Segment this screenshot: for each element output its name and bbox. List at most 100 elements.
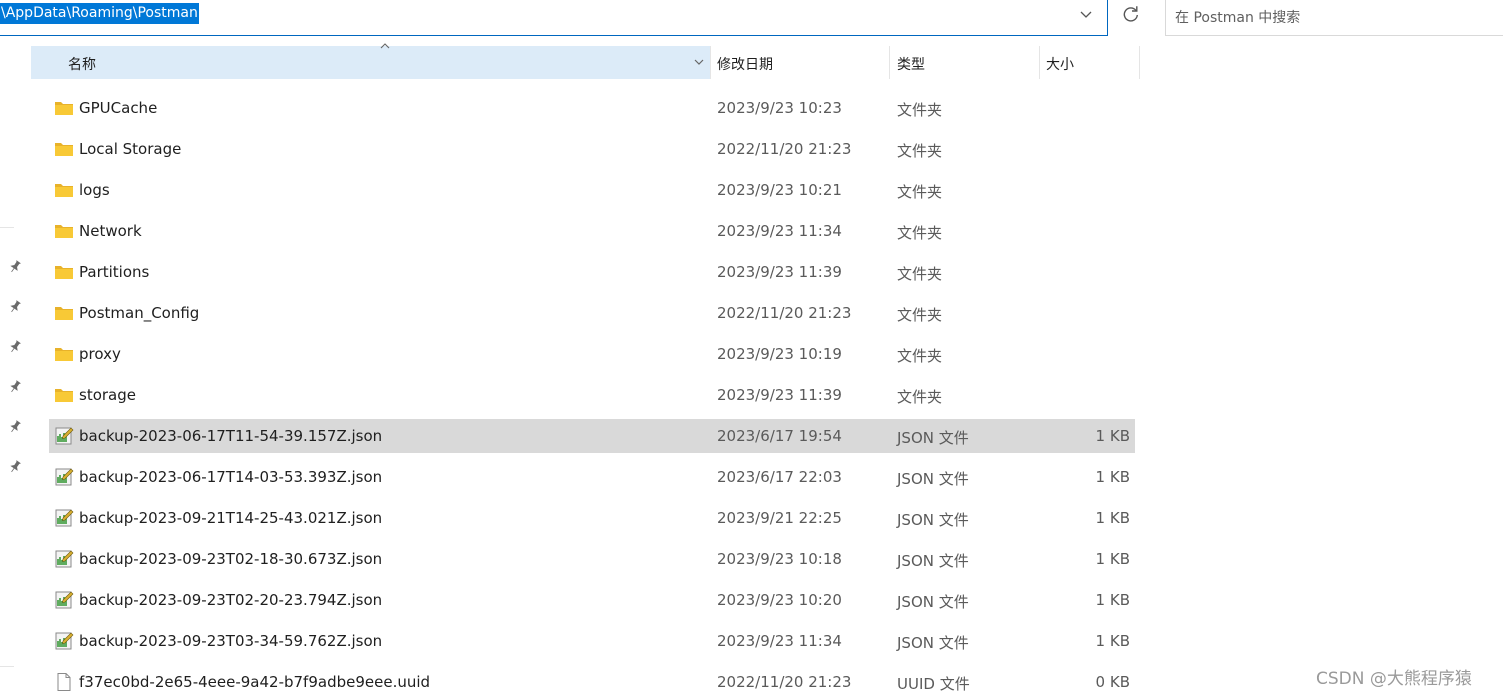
json-file-icon: [54, 509, 74, 527]
file-modified-date: 2023/9/23 11:39: [717, 263, 842, 281]
folder-icon: [54, 386, 74, 404]
file-row[interactable]: Local Storage 2022/11/20 21:23 文件夹: [49, 132, 1135, 166]
file-row[interactable]: backup-2023-09-21T14-25-43.021Z.json 2023…: [49, 501, 1135, 535]
file-row[interactable]: backup-2023-06-17T14-03-53.393Z.json 2023…: [49, 460, 1135, 494]
file-row[interactable]: Partitions 2023/9/23 11:39 文件夹: [49, 255, 1135, 289]
file-modified-date: 2023/9/23 11:39: [717, 386, 842, 404]
file-modified-date: 2023/9/23 10:21: [717, 181, 842, 199]
file-name: proxy: [79, 345, 121, 363]
file-modified-date: 2023/9/23 10:18: [717, 550, 842, 568]
file-type: 文件夹: [897, 347, 943, 365]
search-box[interactable]: 在 Postman 中搜索: [1165, 0, 1503, 36]
file-modified-date: 2023/9/23 10:23: [717, 99, 842, 117]
file-name: backup-2023-06-17T11-54-39.157Z.json: [79, 427, 383, 445]
address-path[interactable]: \AppData\Roaming\Postman: [0, 3, 199, 24]
file-name: backup-2023-09-23T02-20-23.794Z.json: [79, 591, 383, 609]
file-size: 1 KB: [1095, 509, 1130, 527]
file-row[interactable]: Postman_Config 2022/11/20 21:23 文件夹: [49, 296, 1135, 330]
json-file-icon: [54, 632, 74, 650]
file-row[interactable]: backup-2023-09-23T02-18-30.673Z.json 2023…: [49, 542, 1135, 576]
file-name: Local Storage: [79, 140, 182, 158]
blank-file-icon: [54, 673, 74, 691]
navigation-pane: [0, 36, 30, 696]
file-modified-date: 2023/6/17 19:54: [717, 427, 842, 445]
column-header-date[interactable]: 修改日期: [711, 46, 889, 79]
file-row[interactable]: storage 2023/9/23 11:39 文件夹: [49, 378, 1135, 412]
folder-icon: [54, 140, 74, 158]
column-header-size[interactable]: 大小: [1040, 46, 1139, 79]
address-bar[interactable]: \AppData\Roaming\Postman: [0, 0, 1108, 36]
file-name: backup-2023-06-17T14-03-53.393Z.json: [79, 468, 383, 486]
file-type: JSON 文件: [897, 634, 969, 652]
file-modified-date: 2023/9/23 10:19: [717, 345, 842, 363]
folder-icon: [54, 304, 74, 322]
file-name: Postman_Config: [79, 304, 200, 322]
file-type: JSON 文件: [897, 511, 969, 529]
column-size-label: 大小: [1046, 57, 1074, 73]
json-file-icon: [54, 591, 74, 609]
file-modified-date: 2023/9/21 22:25: [717, 509, 842, 527]
chevron-down-icon[interactable]: [1078, 6, 1094, 22]
pin-icon[interactable]: [8, 380, 22, 394]
file-modified-date: 2022/11/20 21:23: [717, 140, 852, 158]
pin-icon[interactable]: [8, 260, 22, 274]
pin-icon[interactable]: [8, 420, 22, 434]
file-row[interactable]: backup-2023-09-23T02-20-23.794Z.json 2023…: [49, 583, 1135, 617]
column-divider[interactable]: [1139, 46, 1140, 79]
file-type: JSON 文件: [897, 429, 969, 447]
column-header-type[interactable]: 类型: [890, 46, 1039, 79]
file-type: 文件夹: [897, 224, 943, 242]
file-row[interactable]: backup-2023-09-23T03-34-59.762Z.json 2023…: [49, 624, 1135, 658]
column-header-name[interactable]: 名称: [31, 43, 710, 79]
file-name: backup-2023-09-21T14-25-43.021Z.json: [79, 509, 383, 527]
file-type: JSON 文件: [897, 470, 969, 488]
file-size: 1 KB: [1095, 427, 1130, 445]
file-type: 文件夹: [897, 388, 943, 406]
json-file-icon: [54, 550, 74, 568]
refresh-icon[interactable]: [1115, 0, 1147, 30]
file-type: JSON 文件: [897, 593, 969, 611]
file-size: 1 KB: [1095, 468, 1130, 486]
search-input-placeholder[interactable]: 在 Postman 中搜索: [1175, 7, 1300, 27]
file-row[interactable]: f37ec0bd-2e65-4eee-9a42-b7f9adbe9eee.uui…: [49, 665, 1135, 699]
file-type: UUID 文件: [897, 675, 970, 693]
file-size: 1 KB: [1095, 550, 1130, 568]
column-name-label: 名称: [68, 57, 96, 73]
file-size: 0 KB: [1095, 673, 1130, 691]
file-type: 文件夹: [897, 142, 943, 160]
watermark: CSDN @大熊程序猿: [1316, 669, 1472, 689]
folder-icon: [54, 345, 74, 363]
sort-ascending-icon: [380, 43, 390, 49]
file-modified-date: 2023/9/23 11:34: [717, 222, 842, 240]
file-type: 文件夹: [897, 306, 943, 324]
folder-icon: [54, 263, 74, 281]
nav-divider: [0, 666, 14, 667]
pin-icon[interactable]: [8, 300, 22, 314]
file-type: JSON 文件: [897, 552, 969, 570]
folder-icon: [54, 99, 74, 117]
column-date-label: 修改日期: [717, 57, 773, 73]
file-size: 1 KB: [1095, 591, 1130, 609]
file-size: 1 KB: [1095, 632, 1130, 650]
file-modified-date: 2023/9/23 11:34: [717, 632, 842, 650]
file-type: 文件夹: [897, 183, 943, 201]
json-file-icon: [54, 427, 74, 445]
pin-icon[interactable]: [8, 340, 22, 354]
chevron-down-icon[interactable]: [692, 55, 706, 69]
file-row[interactable]: backup-2023-06-17T11-54-39.157Z.json 2023…: [49, 419, 1135, 453]
file-name: backup-2023-09-23T03-34-59.762Z.json: [79, 632, 383, 650]
file-row[interactable]: Network 2023/9/23 11:34 文件夹: [49, 214, 1135, 248]
file-name: Network: [79, 222, 142, 240]
file-type: 文件夹: [897, 101, 943, 119]
nav-divider: [0, 227, 14, 228]
file-name: logs: [79, 181, 110, 199]
folder-icon: [54, 181, 74, 199]
json-file-icon: [54, 468, 74, 486]
file-name: storage: [79, 386, 136, 404]
file-row[interactable]: proxy 2023/9/23 10:19 文件夹: [49, 337, 1135, 371]
file-modified-date: 2022/11/20 21:23: [717, 673, 852, 691]
pin-icon[interactable]: [8, 460, 22, 474]
file-row[interactable]: logs 2023/9/23 10:21 文件夹: [49, 173, 1135, 207]
file-name: backup-2023-09-23T02-18-30.673Z.json: [79, 550, 383, 568]
file-row[interactable]: GPUCache 2023/9/23 10:23 文件夹: [49, 91, 1135, 125]
